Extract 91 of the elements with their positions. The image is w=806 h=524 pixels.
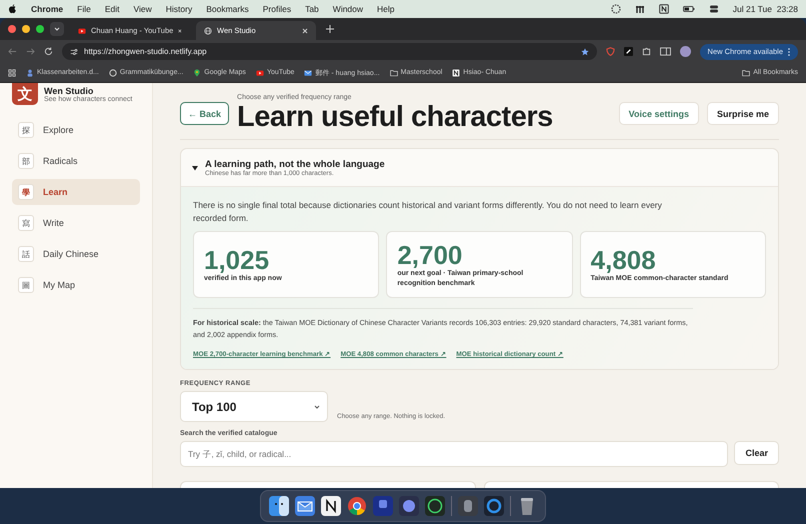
maximize-icon[interactable] (36, 25, 44, 33)
app-icon[interactable] (399, 496, 419, 516)
sidebar-item[interactable]: 寫 Write (12, 210, 140, 236)
star-icon[interactable] (580, 48, 589, 56)
stat-value: 4,808 (590, 246, 657, 274)
control-center-icon[interactable] (708, 4, 719, 14)
sidebar-label: Explore (43, 125, 74, 135)
chevron-down-icon (314, 404, 320, 410)
close-icon[interactable] (302, 28, 308, 34)
menu-item[interactable]: Bookmarks (206, 4, 249, 14)
globe-icon (204, 26, 212, 34)
app-icon[interactable] (373, 496, 393, 516)
menu-item[interactable]: Window (332, 4, 364, 14)
new-tab-icon[interactable] (326, 25, 334, 33)
map-pin-icon (193, 68, 202, 76)
sidebar-item[interactable]: 探 Explore (12, 117, 140, 143)
stat-value: 2,700 (397, 240, 464, 268)
intro-text: There is no single final total because dictionaries count historical and variant forms differently. You do not need to learn every recorded form. (193, 199, 663, 225)
forward-arrow-icon[interactable] (26, 47, 35, 56)
sidebar-item[interactable]: 部 Radicals (12, 148, 140, 174)
character-icon: 學 (18, 184, 34, 200)
character-icon: 部 (18, 153, 34, 169)
address-bar[interactable]: https://zhongwen-studio.netlify.app (62, 43, 597, 60)
disclosure-triangle-icon[interactable] (192, 164, 198, 170)
whatsapp-icon[interactable] (425, 496, 445, 516)
close-icon[interactable] (178, 28, 182, 34)
wordpress-icon (108, 68, 117, 76)
sidebar-item[interactable]: 學 Learn (12, 179, 140, 205)
folder-icon (390, 68, 398, 76)
stat-value: 1,025 (204, 246, 270, 274)
tab-search-button[interactable] (50, 22, 64, 36)
chrome-icon[interactable] (347, 496, 367, 516)
reload-icon[interactable] (44, 47, 53, 56)
clear-button[interactable]: Clear (734, 441, 779, 465)
menu-item[interactable]: Help (377, 4, 395, 14)
puzzle-icon[interactable] (642, 47, 651, 56)
sidebar-label: Radicals (43, 156, 78, 166)
back-button[interactable]: ← Back (180, 102, 230, 125)
status-icon[interactable] (634, 4, 645, 14)
character-icon: 圖 (18, 277, 34, 293)
sidebar-label: My Map (43, 280, 76, 290)
close-icon[interactable] (8, 25, 16, 33)
person-icon (26, 68, 34, 76)
chevron-down-icon (54, 26, 60, 32)
menu-item[interactable]: Profiles (262, 4, 292, 14)
menu-item[interactable]: File (77, 4, 91, 14)
character-icon: 話 (18, 246, 34, 262)
sidebar-item[interactable]: 話 Daily Chinese (12, 241, 140, 267)
url-text: https://zhongwen-studio.netlify.app (84, 47, 208, 56)
character-icon: 寫 (18, 215, 34, 231)
menu-item[interactable]: Edit (104, 4, 120, 14)
notion-icon[interactable] (658, 4, 669, 14)
shield-icon[interactable] (606, 47, 615, 56)
app-menu[interactable]: Chrome (31, 4, 64, 14)
page-title: Learn useful characters (237, 101, 554, 133)
play-icon (256, 68, 264, 76)
sidebar-label: Write (43, 218, 64, 228)
notion-icon[interactable] (321, 496, 341, 516)
mail-icon[interactable] (295, 496, 315, 516)
status-icon[interactable] (610, 4, 621, 14)
sidebar-label: Daily Chinese (43, 249, 99, 259)
extension-icon[interactable] (624, 47, 633, 56)
side-panel-icon[interactable] (660, 47, 671, 56)
finder-icon[interactable] (269, 496, 289, 516)
sidebar-label: Learn (43, 187, 68, 197)
card-title: A learning path, not the whole language (205, 158, 385, 170)
site-settings-icon[interactable] (70, 48, 78, 56)
apple-logo-icon[interactable] (8, 4, 17, 14)
frequency-select[interactable]: Top 100 (180, 391, 328, 422)
brand-logo[interactable]: 文 (12, 83, 38, 105)
menu-item[interactable]: Tab (305, 4, 319, 14)
sidebar-item[interactable]: 圖 My Map (12, 272, 140, 298)
profile-avatar[interactable] (680, 46, 691, 57)
app-icon[interactable] (458, 496, 478, 516)
battery-icon[interactable] (682, 4, 695, 14)
action-button[interactable]: Surprise me (706, 102, 779, 125)
character-icon: 探 (18, 122, 34, 138)
notion-icon (452, 68, 460, 76)
app-icon[interactable] (484, 496, 504, 516)
clock[interactable]: Jul 21 Tue 23:28 (732, 4, 798, 14)
back-arrow-icon[interactable] (8, 47, 17, 56)
play-icon (78, 26, 86, 34)
mail-icon (304, 68, 312, 76)
search-field[interactable]: Try 子, zǐ, child, or radical... (180, 441, 728, 467)
apps-grid-icon[interactable] (8, 68, 16, 76)
minimize-icon[interactable] (22, 25, 30, 33)
action-button[interactable]: Voice settings (618, 102, 699, 125)
folder-icon (742, 68, 750, 76)
menu-item[interactable]: View (133, 4, 152, 14)
menu-item[interactable]: History (166, 4, 192, 14)
brand-name: Wen Studio (44, 86, 94, 96)
